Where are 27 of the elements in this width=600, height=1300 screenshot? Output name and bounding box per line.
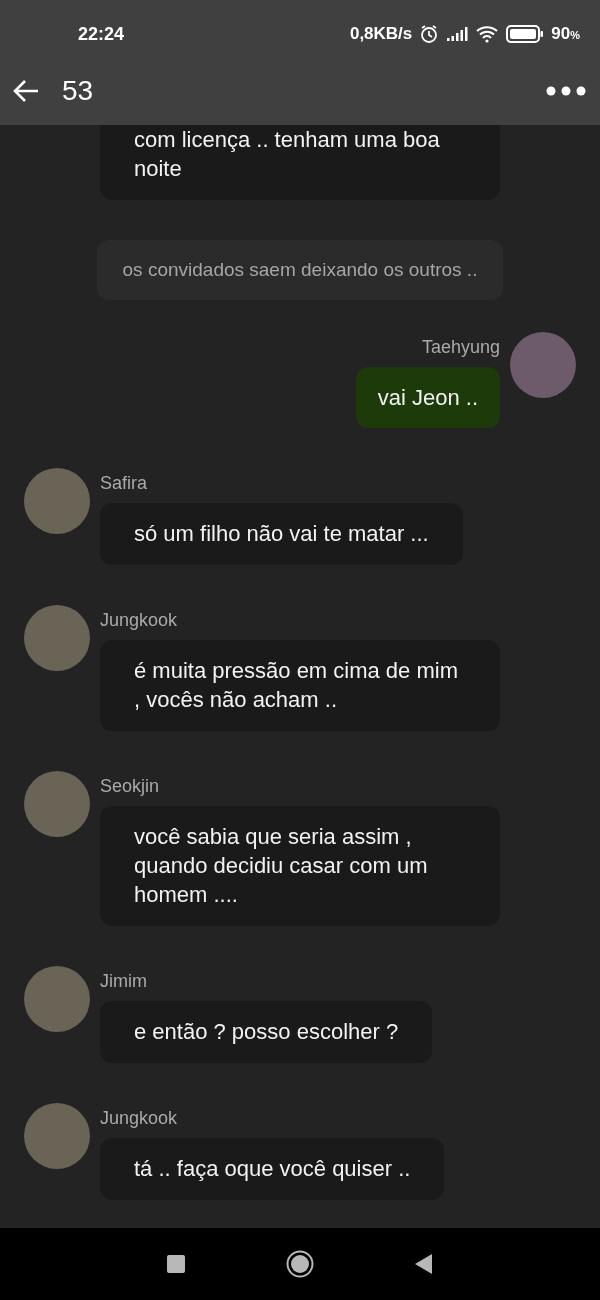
message-bubble: e então ? posso escolher ?: [100, 1001, 433, 1063]
author-name: Jungkook: [100, 610, 178, 630]
alarm-icon: [419, 24, 440, 44]
message-bubble: você sabia que seria assim , quando decidiu casar com um homem ....: [100, 806, 500, 926]
home-icon[interactable]: [286, 1250, 314, 1278]
system-message: os convidados saem deixando os outros ..: [96, 240, 504, 300]
back-arrow-icon[interactable]: [12, 79, 40, 103]
message-bubble: vai Jeon ..: [355, 367, 500, 428]
battery-icon: [506, 25, 545, 43]
status-time: 22:24: [78, 23, 125, 45]
message-bubble: é muita pressão em cima de mim , vocês não acham ..: [100, 640, 500, 731]
message-bubble: com licença .. tenham uma boa noite: [100, 125, 500, 200]
battery-percent: 90%: [551, 24, 580, 43]
message-bubble: tá .. faça oque você quiser ..: [100, 1138, 445, 1200]
member-count: 53: [62, 75, 94, 107]
author-name: Jimim: [100, 971, 147, 991]
author-name: Safira: [100, 473, 148, 493]
recent-apps-icon[interactable]: [166, 1254, 186, 1274]
back-icon[interactable]: [414, 1253, 434, 1275]
author-name: Taehyung: [421, 337, 500, 357]
author-name: Seokjin: [100, 776, 160, 796]
signal-icon: [446, 26, 469, 42]
more-options-icon[interactable]: [546, 86, 586, 96]
author-name: Jungkook: [100, 1108, 178, 1128]
message-bubble: só um filho não vai te matar ...: [100, 503, 463, 565]
network-speed: 0,8KB/s: [349, 24, 413, 44]
wifi-icon: [475, 25, 500, 43]
